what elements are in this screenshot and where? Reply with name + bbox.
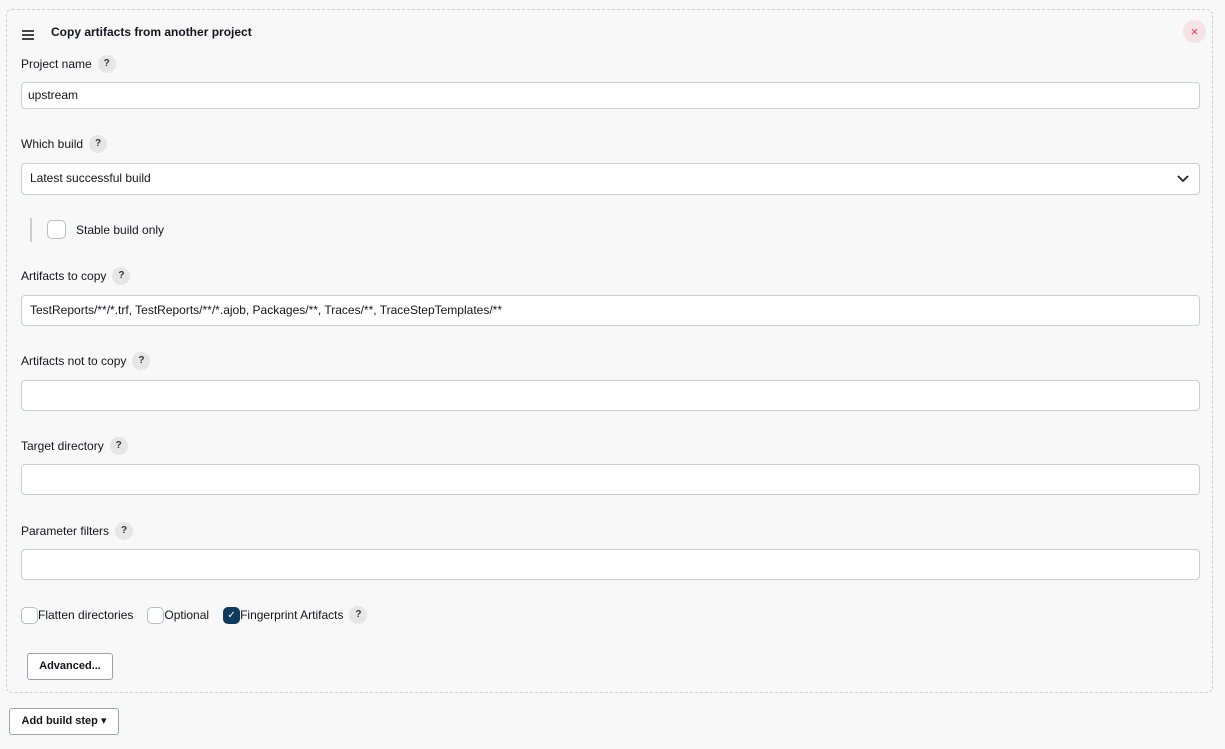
project-name-label-text: Project name bbox=[21, 57, 92, 71]
artifacts-to-copy-input[interactable]: TestReports/**/*.trf, TestReports/**/*.a… bbox=[21, 295, 1200, 326]
stable-build-only-option[interactable]: Stable build only bbox=[47, 220, 164, 239]
fingerprint-artifacts-label: Fingerprint Artifacts bbox=[240, 608, 344, 622]
artifacts-not-to-copy-label-text: Artifacts not to copy bbox=[21, 354, 127, 368]
options-row: Flatten directories Optional ✓ Fingerpri… bbox=[21, 606, 381, 624]
artifacts-to-copy-label: Artifacts to copy ? bbox=[21, 267, 131, 285]
optional-option[interactable]: Optional bbox=[147, 606, 210, 624]
add-build-step-button[interactable]: Add build step ▾ bbox=[9, 708, 119, 735]
parameter-filters-label: Parameter filters ? bbox=[21, 522, 134, 540]
optional-label: Optional bbox=[164, 608, 210, 622]
drag-handle-icon[interactable] bbox=[22, 30, 34, 40]
advanced-button[interactable]: Advanced... bbox=[27, 653, 113, 680]
which-build-select[interactable]: Latest successful build bbox=[21, 163, 1200, 195]
flatten-directories-checkbox[interactable] bbox=[21, 606, 38, 624]
which-build-selected: Latest successful build bbox=[30, 171, 151, 185]
step-title: Copy artifacts from another project bbox=[51, 25, 252, 39]
artifacts-not-to-copy-input[interactable] bbox=[21, 380, 1200, 411]
help-icon[interactable]: ? bbox=[109, 437, 128, 455]
nested-indicator bbox=[30, 218, 32, 242]
artifacts-not-to-copy-label: Artifacts not to copy ? bbox=[21, 352, 151, 370]
target-directory-label: Target directory ? bbox=[21, 437, 128, 455]
help-icon[interactable]: ? bbox=[115, 522, 134, 540]
artifacts-to-copy-label-text: Artifacts to copy bbox=[21, 269, 107, 283]
project-name-input[interactable]: upstream bbox=[21, 82, 1200, 109]
target-directory-input[interactable] bbox=[21, 464, 1200, 495]
chevron-down-icon bbox=[1177, 164, 1189, 193]
parameter-filters-input[interactable] bbox=[21, 549, 1200, 580]
flatten-directories-label: Flatten directories bbox=[38, 608, 134, 622]
help-icon[interactable]: ? bbox=[97, 55, 116, 73]
flatten-directories-option[interactable]: Flatten directories bbox=[21, 606, 134, 624]
which-build-label-text: Which build bbox=[21, 137, 84, 151]
build-step-panel: Copy artifacts from another project × Pr… bbox=[6, 9, 1213, 693]
fingerprint-artifacts-option[interactable]: ✓ Fingerprint Artifacts ? bbox=[223, 606, 368, 624]
optional-checkbox[interactable] bbox=[147, 606, 165, 624]
project-name-label: Project name ? bbox=[21, 55, 116, 73]
stable-build-only-checkbox[interactable] bbox=[47, 220, 66, 239]
stable-build-only-label: Stable build only bbox=[76, 222, 165, 237]
target-directory-label-text: Target directory bbox=[21, 439, 104, 453]
help-icon[interactable]: ? bbox=[112, 267, 131, 285]
fingerprint-artifacts-checkbox[interactable]: ✓ bbox=[223, 606, 241, 624]
help-icon[interactable]: ? bbox=[89, 135, 108, 153]
parameter-filters-label-text: Parameter filters bbox=[21, 524, 110, 538]
close-icon[interactable]: × bbox=[1183, 20, 1206, 43]
which-build-label: Which build ? bbox=[21, 135, 108, 153]
help-icon[interactable]: ? bbox=[349, 606, 368, 624]
help-icon[interactable]: ? bbox=[132, 352, 151, 370]
